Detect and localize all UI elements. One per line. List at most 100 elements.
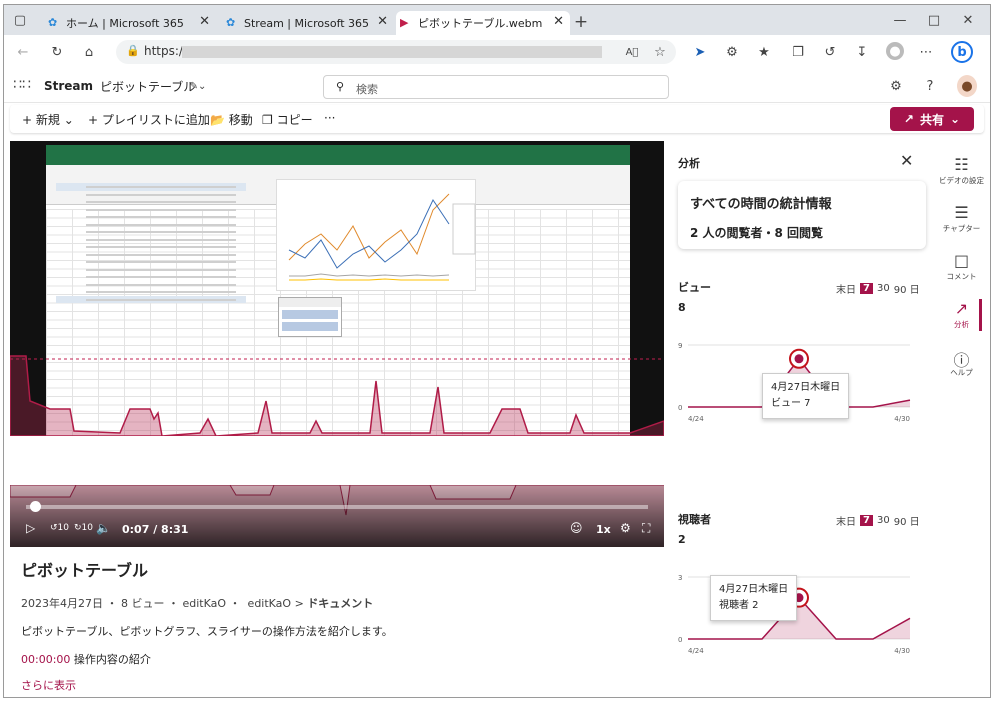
video-frame[interactable] (10, 141, 664, 436)
settings-gear-icon[interactable]: ⚙ (620, 521, 631, 535)
volume-icon[interactable]: 🔈 (96, 521, 111, 535)
video-info: ピボットテーブル 2023年4月27日 ・ 8 ビュー ・ editKaO ・ … (21, 557, 661, 693)
tab-actions-icon[interactable]: ▢ (12, 13, 28, 28)
highlight-point[interactable] (794, 354, 804, 364)
home-icon[interactable]: ⌂ (80, 43, 98, 61)
help-icon[interactable]: ? (922, 78, 938, 94)
collections-icon[interactable]: ❐ (790, 44, 806, 60)
video-description: ピボットテーブル、ピボットグラフ、スライサーの操作方法を紹介します。 (21, 625, 393, 638)
rail-selection-indicator (979, 299, 982, 331)
views-tooltip: 4月27日木曜日 ビュー 7 (762, 373, 850, 419)
read-aloud-icon[interactable]: A⃝ (624, 44, 640, 60)
rename-chevron-icon[interactable]: ✎⌄ (186, 79, 210, 93)
play-icon[interactable]: ▷ (26, 521, 35, 535)
stats-title: すべての時間の統計情報 (690, 197, 832, 212)
viewers-label: 視聴者 (678, 513, 711, 526)
seek-bar[interactable] (26, 505, 648, 509)
tab-stream[interactable]: ✿ Stream | Microsoft 365 ✕ (222, 11, 394, 35)
app-launcher-icon[interactable]: ∷∷ (13, 77, 31, 93)
range-option-30[interactable]: 30 (877, 283, 890, 294)
search-box[interactable]: ⚲ 検索 (323, 75, 669, 99)
range-option-90[interactable]: 90 日 (894, 513, 920, 528)
x-tick-label: 4/24 (688, 647, 704, 655)
app-name[interactable]: Stream (44, 79, 93, 93)
close-icon[interactable]: ✕ (199, 14, 210, 29)
minimize-icon[interactable]: — (892, 13, 908, 28)
video-waveform-overlay (10, 355, 664, 436)
chapter-timestamp[interactable]: 00:00:00 (21, 653, 70, 666)
tab-video[interactable]: ▶ ピボットテーブル.webm ✕ (396, 11, 570, 35)
new-button[interactable]: + 新規 ⌄ (22, 111, 74, 128)
copy-button[interactable]: ❐ コピー (262, 111, 313, 128)
stats-summary: 2 人の閲覧者・8 回閲覧 (690, 226, 824, 240)
path-owner-link[interactable]: editKaO (248, 597, 292, 610)
chapter-item[interactable]: 00:00:00 操作内容の紹介 (21, 651, 661, 667)
views-label: ビュー (678, 281, 711, 294)
plus-icon: + (22, 113, 36, 127)
path-folder-link[interactable]: ドキュメント (307, 597, 373, 610)
window-close-icon[interactable]: ✕ (960, 13, 976, 28)
rail-video-settings[interactable]: ☷ ビデオの設定 (933, 155, 990, 186)
viewers-range-selector: 末日 7 30 90 日 (836, 513, 920, 528)
rail-comments[interactable]: □ コメント (933, 251, 990, 282)
x-tick-label: 4/24 (688, 415, 704, 423)
rewind-10-icon[interactable]: ↺10 (50, 523, 69, 533)
settings-gear-icon[interactable]: ⚙ (888, 78, 904, 94)
blank-gap (4, 437, 990, 485)
owner-link[interactable]: editKaO (183, 597, 227, 610)
add-playlist-button[interactable]: + プレイリストに追加 (88, 111, 210, 128)
user-avatar[interactable]: ● (957, 75, 977, 97)
profile-avatar[interactable]: ● (886, 42, 904, 60)
close-icon[interactable]: ✕ (553, 14, 564, 29)
captions-icon[interactable]: ☺ (570, 521, 583, 535)
rail-chapters[interactable]: ☰ チャプター (933, 203, 990, 234)
search-icon: ⚲ (336, 80, 345, 93)
speed-button[interactable]: 1x (596, 523, 611, 536)
range-option-30[interactable]: 30 (877, 515, 890, 526)
move-button[interactable]: 📂 移動 (210, 111, 253, 128)
download-icon[interactable]: ↧ (854, 44, 870, 60)
new-tab-button[interactable]: + (570, 11, 592, 33)
copy-icon: ❐ (262, 113, 277, 127)
chevron-down-icon: ⌄ (950, 112, 961, 126)
show-more-link[interactable]: さらに表示 (21, 677, 661, 693)
m365-icon: ✿ (48, 16, 58, 29)
video-settings-icon: ☷ (954, 155, 969, 174)
favorites-icon[interactable]: ★ (756, 44, 772, 60)
search-placeholder: 検索 (356, 83, 378, 96)
range-option-90[interactable]: 90 日 (894, 281, 920, 296)
seek-handle[interactable] (29, 501, 41, 512)
refresh-icon[interactable]: ↻ (48, 43, 66, 61)
close-icon[interactable]: ✕ (377, 14, 388, 29)
y-tick-label: 0 (678, 636, 682, 644)
tab-home[interactable]: ✿ ホーム | Microsoft 365 ✕ (44, 11, 216, 35)
maximize-icon[interactable]: □ (926, 13, 942, 28)
y-tick-label: 9 (678, 342, 682, 350)
history-icon[interactable]: ↺ (822, 44, 838, 60)
rail-help[interactable]: ⓘ ヘルプ (933, 347, 990, 378)
share-icon: ↗ (903, 112, 914, 126)
doc-title[interactable]: ピボットテーブル (100, 78, 195, 95)
extensions-puzzle-icon[interactable]: ⚙ (724, 44, 740, 60)
share-button[interactable]: ↗ 共有 ⌄ (890, 107, 974, 131)
extension-icon[interactable]: ➤ (692, 44, 708, 60)
forward-10-icon[interactable]: ↻10 (74, 523, 93, 533)
url-field[interactable]: 🔒 https:// (116, 40, 676, 64)
x-tick-label: 4/30 (894, 415, 910, 423)
more-commands-button[interactable]: ··· (324, 111, 335, 125)
range-option-7[interactable]: 7 (860, 283, 873, 294)
bing-copilot-icon[interactable]: b (951, 41, 973, 63)
video-title: ピボットテーブル (21, 561, 149, 580)
more-icon[interactable]: ⋯ (918, 44, 934, 60)
stream-play-icon: ▶ (400, 16, 409, 29)
address-bar-row: ← ↻ ⌂ 🔒 https:// A⃝ ☆ ➤ ⚙ ★ ❐ ↺ ↧ ● ⋯ b (4, 35, 990, 69)
range-option-7[interactable]: 7 (860, 515, 873, 526)
chapters-icon: ☰ (954, 203, 969, 222)
back-icon[interactable]: ← (14, 43, 32, 61)
close-icon[interactable]: ✕ (900, 151, 913, 170)
fullscreen-icon[interactable]: ⛶ (642, 521, 650, 536)
analytics-panel: 分析 ✕ すべての時間の統計情報 2 人の閲覧者・8 回閲覧 ビュー 8 末日 … (664, 141, 932, 437)
views-range-selector: 末日 7 30 90 日 (836, 281, 920, 296)
favorite-add-icon[interactable]: ☆ (652, 44, 668, 60)
video-meta: 2023年4月27日 ・ 8 ビュー ・ editKaO ・ editKaO >… (21, 597, 374, 610)
